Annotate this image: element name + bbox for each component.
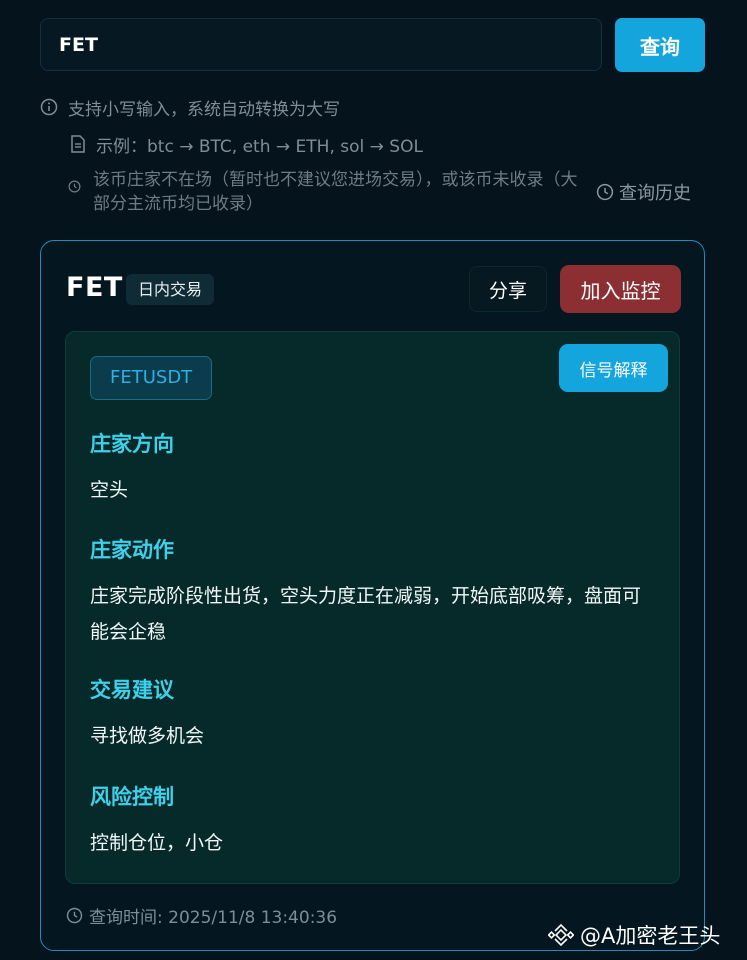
signal-explain-button[interactable]: 信号解释 xyxy=(559,344,668,392)
section-title-advice: 交易建议 xyxy=(90,678,174,702)
coin-title: FET xyxy=(66,272,123,303)
query-history-label: 查询历史 xyxy=(619,183,691,204)
search-button[interactable]: 查询 xyxy=(615,18,705,72)
document-icon xyxy=(70,135,86,153)
signal-panel: FETUSDT 信号解释 庄家方向 空头 庄家动作 庄家完成阶段性出货，空头力度… xyxy=(65,331,680,884)
clock-icon xyxy=(68,180,81,193)
clock-icon xyxy=(596,183,614,201)
watermark-text: @A加密老王头 xyxy=(580,924,721,948)
section-title-action: 庄家动作 xyxy=(90,538,174,562)
hint-lowercase-text: 支持小写输入，系统自动转换为大写 xyxy=(68,99,340,120)
share-button[interactable]: 分享 xyxy=(469,266,547,312)
hint-example: 示例：btc → BTC, eth → ETH, sol → SOL xyxy=(70,132,423,157)
hint-lowercase: 支持小写输入，系统自动转换为大写 xyxy=(40,95,340,120)
info-icon xyxy=(40,98,58,116)
query-time: 查询时间: 2025/11/8 13:40:36 xyxy=(66,903,337,928)
section-body-risk: 控制仓位，小仓 xyxy=(90,832,224,854)
section-title-direction: 庄家方向 xyxy=(90,432,174,456)
hint-not-found-text: 该币庄家不在场（暂时也不建议您进场交易），或该币未收录（大部分主流币均已收录） xyxy=(93,170,578,214)
query-history-link[interactable]: 查询历史 xyxy=(596,179,691,205)
query-time-text: 查询时间: 2025/11/8 13:40:36 xyxy=(89,908,338,928)
trade-type-badge: 日内交易 xyxy=(126,274,215,305)
search-input[interactable] xyxy=(40,18,602,71)
hint-example-text: 示例：btc → BTC, eth → ETH, sol → SOL xyxy=(96,136,423,157)
section-body-action: 庄家完成阶段性出货，空头力度正在减弱，开始底部吸筹，盘面可能会企稳 xyxy=(90,585,642,643)
clock-icon xyxy=(66,907,83,924)
hint-not-found: 该币庄家不在场（暂时也不建议您进场交易），或该币未收录（大部分主流币均已收录） xyxy=(68,168,578,216)
trading-pair-tag[interactable]: FETUSDT xyxy=(90,356,213,400)
watermark: @A加密老王头 xyxy=(548,920,720,950)
add-monitor-button[interactable]: 加入监控 xyxy=(560,265,681,313)
section-title-risk: 风险控制 xyxy=(90,785,174,809)
binance-logo-icon xyxy=(548,922,574,948)
result-card: FET 日内交易 分享 加入监控 FETUSDT 信号解释 庄家方向 空头 庄家… xyxy=(40,240,705,951)
section-body-direction: 空头 xyxy=(90,479,129,501)
section-body-advice: 寻找做多机会 xyxy=(90,725,205,747)
